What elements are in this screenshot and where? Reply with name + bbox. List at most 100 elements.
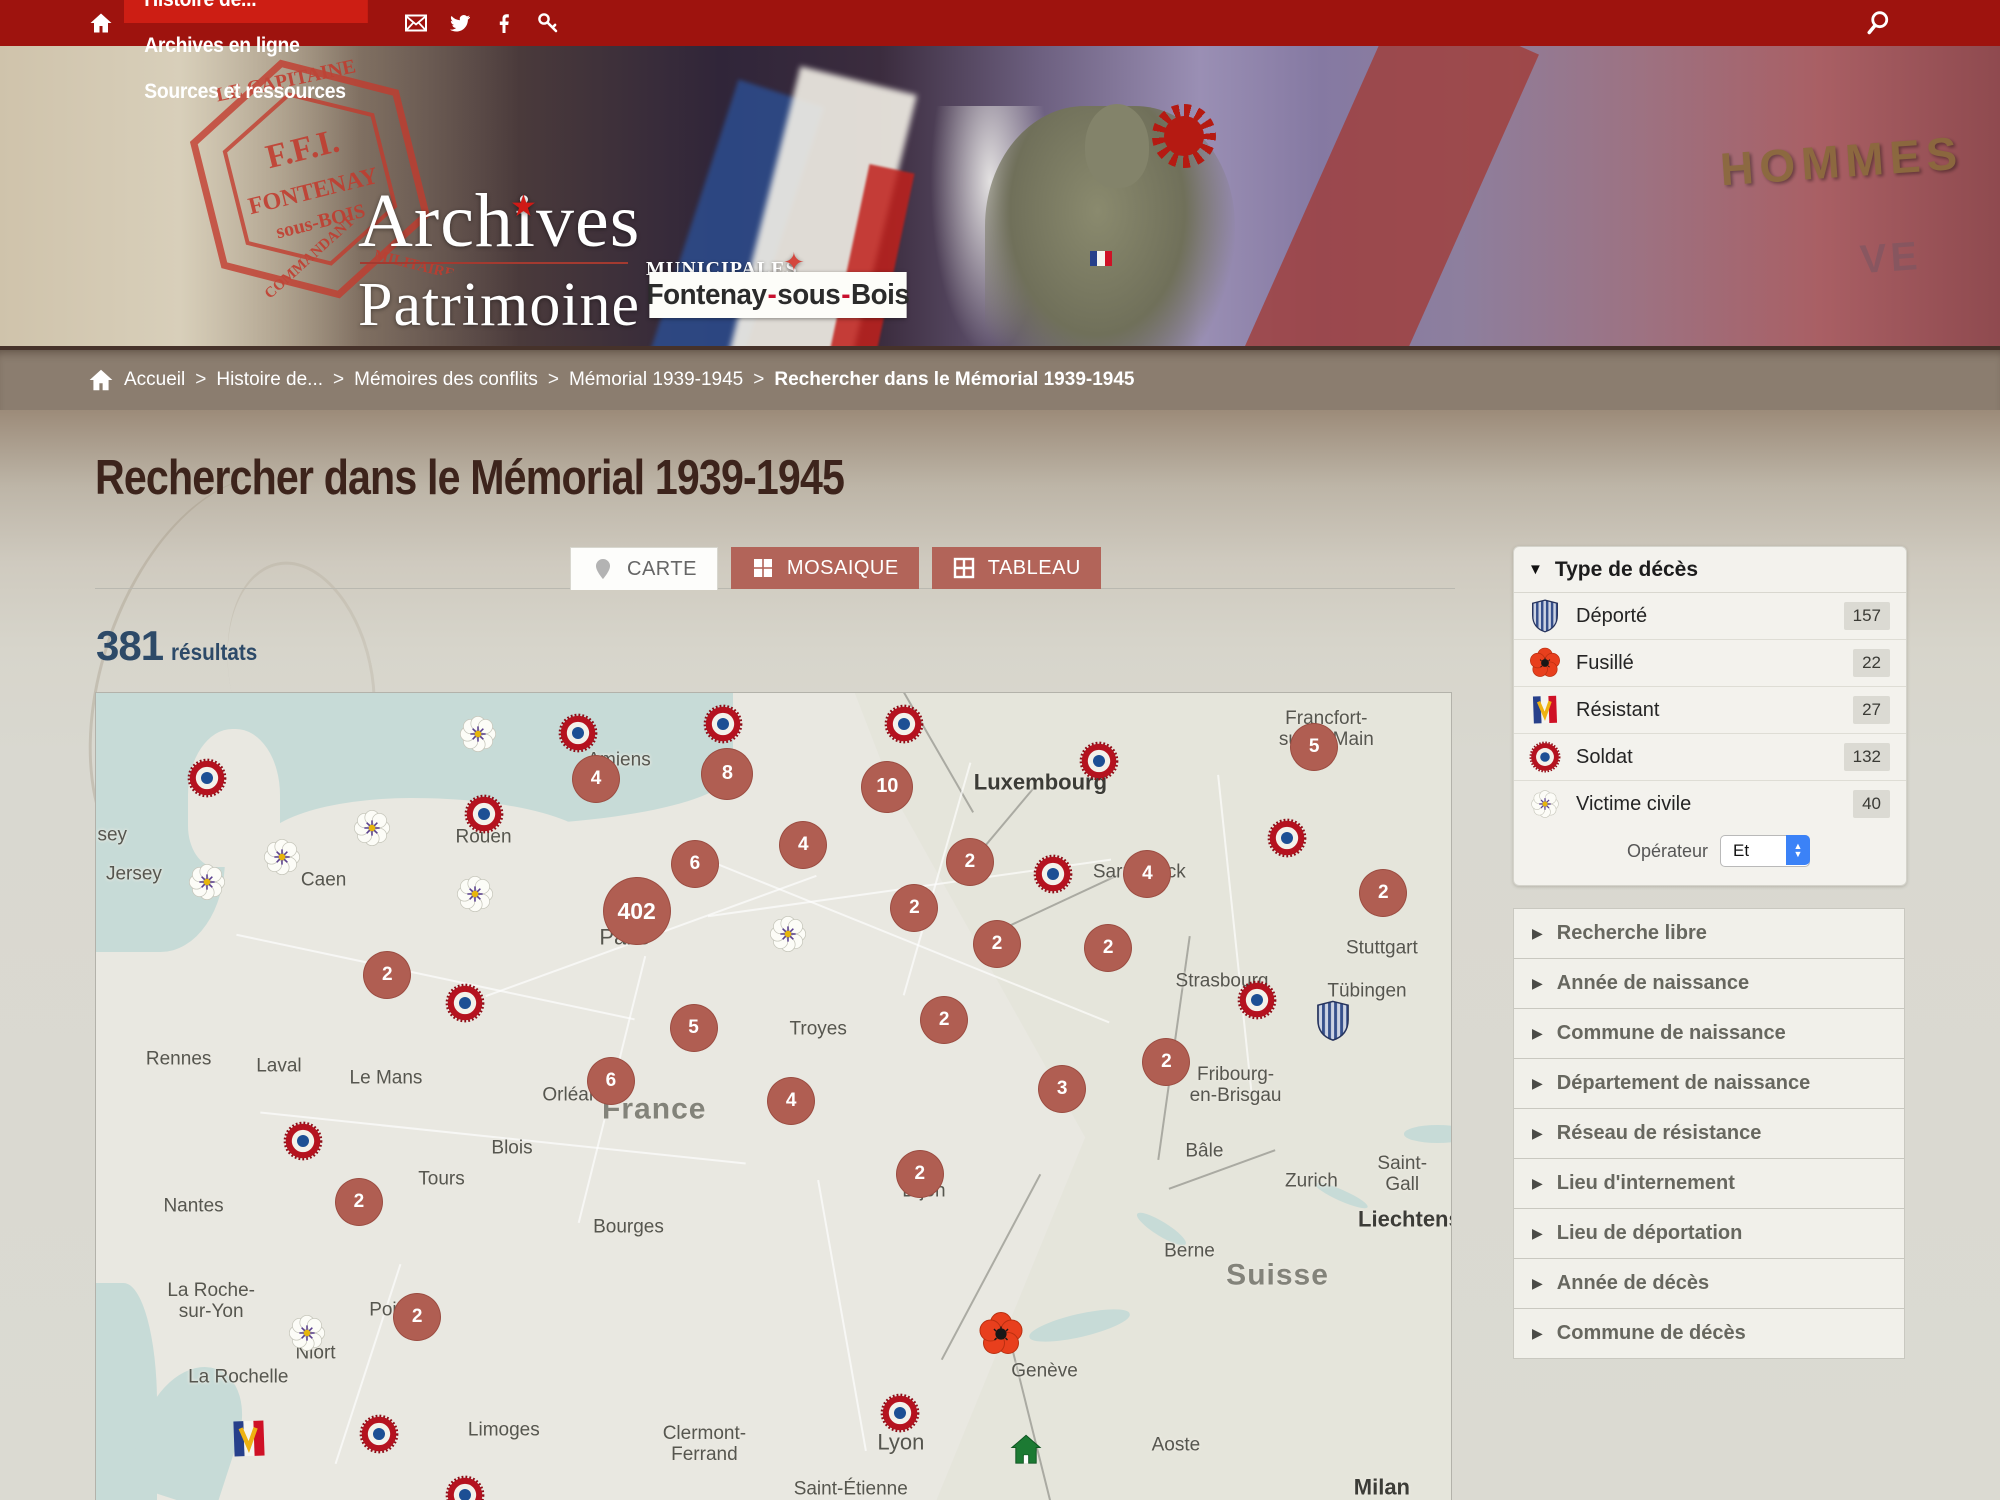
breadcrumb-separator: > [333,369,344,391]
map-marker-cocarde[interactable] [359,1414,399,1454]
map-cluster[interactable]: 4 [767,1077,815,1125]
accordion-commune-de-naissance[interactable]: ▶Commune de naissance [1513,1009,1905,1059]
nav-item-2[interactable]: Archives en ligne [124,23,368,69]
site-brand[interactable]: Archives ★ MUNICIPALES ✦ Patrimoine [358,186,640,341]
chevron-right-icon: ▶ [1532,1175,1543,1192]
map-marker-flower[interactable] [454,873,496,915]
accordion-commune-de-d-c-s[interactable]: ▶Commune de décès [1513,1309,1905,1359]
filter-panel-header[interactable]: ▼ Type de décès [1514,547,1906,593]
breadcrumb-item-0[interactable]: Accueil [124,369,185,391]
map-marker-cocarde[interactable] [703,704,743,744]
map-cluster[interactable]: 3 [1038,1065,1086,1113]
map-marker-cocarde[interactable] [1267,818,1307,858]
search-icon[interactable] [1864,8,1894,38]
city-badge: Fontenay-sous-Bois [649,272,906,318]
map-marker-flower[interactable] [186,861,228,903]
map-cluster[interactable]: 6 [587,1057,635,1105]
filter-row-fusillé[interactable]: Fusillé 22 [1514,640,1906,687]
map-cluster[interactable]: 2 [896,1150,944,1198]
map-marker-cocarde[interactable] [283,1121,323,1161]
twitter-icon[interactable] [447,10,473,36]
accordion-label: Année de naissance [1557,972,1749,995]
tab-mosaique[interactable]: MOSAIQUE [731,547,919,589]
map-marker-poppy[interactable] [978,1311,1024,1357]
map-cluster[interactable]: 2 [1142,1038,1190,1086]
accordion-lieu-de-d-portation[interactable]: ▶Lieu de déportation [1513,1209,1905,1259]
results-map[interactable]: seyJerseyAmiensRouenCaenParisLuxembourgF… [95,692,1452,1500]
breadcrumb-separator: > [548,369,559,391]
map-cluster[interactable]: 2 [393,1293,441,1341]
accordion-ann-e-de-d-c-s[interactable]: ▶Année de décès [1513,1259,1905,1309]
map-cluster[interactable]: 2 [363,951,411,999]
key-icon[interactable] [535,10,561,36]
filter-count-badge: 22 [1853,649,1890,677]
breadcrumb-item-3[interactable]: Mémorial 1939-1945 [569,369,743,391]
map-cluster[interactable]: 2 [335,1178,383,1226]
accordion-d-partement-de-naissance[interactable]: ▶Département de naissance [1513,1059,1905,1109]
map-marker-cocarde[interactable] [880,1393,920,1433]
brand-rule [360,262,628,264]
map-cluster[interactable]: 2 [946,838,994,886]
map-marker-cocarde[interactable] [445,1475,485,1500]
map-marker-flower[interactable] [457,713,499,755]
map-cluster[interactable]: 8 [701,748,753,800]
filter-panel-title: Type de décès [1555,558,1698,582]
accordion-r-seau-de-r-sistance[interactable]: ▶Réseau de résistance [1513,1109,1905,1159]
accordion-ann-e-de-naissance[interactable]: ▶Année de naissance [1513,959,1905,1009]
pin-icon [591,557,615,581]
map-cluster[interactable]: 2 [1359,869,1407,917]
map-marker-cocarde[interactable] [884,704,924,744]
filter-row-victime-civile[interactable]: Victime civile40 [1514,781,1906,827]
map-cluster[interactable]: 4 [779,821,827,869]
map-marker-cocarde[interactable] [187,758,227,798]
tab-tableau[interactable]: TABLEAU [932,547,1101,589]
filter-panel-type-deces: ▼ Type de décès Déporté157 Fusillé 22 Résis… [1513,546,1907,886]
filter-label: Fusillé [1576,652,1634,675]
map-cluster[interactable]: 5 [1290,723,1338,771]
operator-select[interactable]: Et ▲▼ [1720,835,1810,867]
map-marker-flower[interactable] [286,1312,328,1354]
map-cluster[interactable]: 4 [1123,850,1171,898]
map-marker-flower[interactable] [767,913,809,955]
breadcrumb-home-icon[interactable] [88,367,114,393]
tab-carte[interactable]: CARTE [570,547,718,590]
map-cluster[interactable]: 6 [671,840,719,888]
map-cluster[interactable]: 4 [572,755,620,803]
map-cluster[interactable]: 10 [861,761,913,813]
map-marker-home[interactable] [1009,1432,1043,1466]
nav-item-1[interactable]: Histoire de... [124,0,368,23]
map-cluster[interactable]: 2 [890,884,938,932]
breadcrumb-item-1[interactable]: Histoire de... [216,369,323,391]
facebook-icon[interactable] [491,10,517,36]
chevron-right-icon: ▶ [1532,925,1543,942]
filter-row-résistant[interactable]: Résistant27 [1514,687,1906,734]
map-marker-cocarde[interactable] [445,983,485,1023]
map-marker-cocarde[interactable] [464,794,504,834]
map-marker-flag[interactable] [231,1417,267,1461]
map-marker-flower[interactable] [351,807,393,849]
map-marker-flower[interactable] [261,836,303,878]
filter-label: Résistant [1576,699,1659,722]
map-marker-cocarde[interactable] [1033,854,1073,894]
cocarde-icon [1528,739,1562,775]
accordion-recherche-libre[interactable]: ▶Recherche libre [1513,908,1905,959]
brand-archives: Archives ★ MUNICIPALES ✦ [358,186,640,256]
home-icon[interactable] [78,0,124,46]
chevron-right-icon: ▶ [1532,1225,1543,1242]
filter-row-soldat[interactable]: Soldat132 [1514,734,1906,781]
map-marker-cocarde[interactable] [1237,980,1277,1020]
map-marker-shield[interactable] [1316,1000,1350,1042]
map-cluster[interactable]: 5 [670,1004,718,1052]
map-marker-cocarde[interactable] [1079,741,1119,781]
mail-icon[interactable] [403,10,429,36]
map-cluster[interactable]: 402 [603,877,671,945]
map-cluster[interactable]: 2 [920,996,968,1044]
map-cluster[interactable]: 2 [1084,924,1132,972]
map-marker-cocarde[interactable] [558,713,598,753]
breadcrumb-item-2[interactable]: Mémoires des conflits [354,369,538,391]
accordion-lieu-d-internement[interactable]: ▶Lieu d'internement [1513,1159,1905,1209]
nav-item-3[interactable]: Sources et ressources [124,69,368,115]
map-cluster[interactable]: 2 [973,920,1021,968]
filter-row-déporté[interactable]: Déporté157 [1514,593,1906,640]
breadcrumb-separator: > [753,369,764,391]
